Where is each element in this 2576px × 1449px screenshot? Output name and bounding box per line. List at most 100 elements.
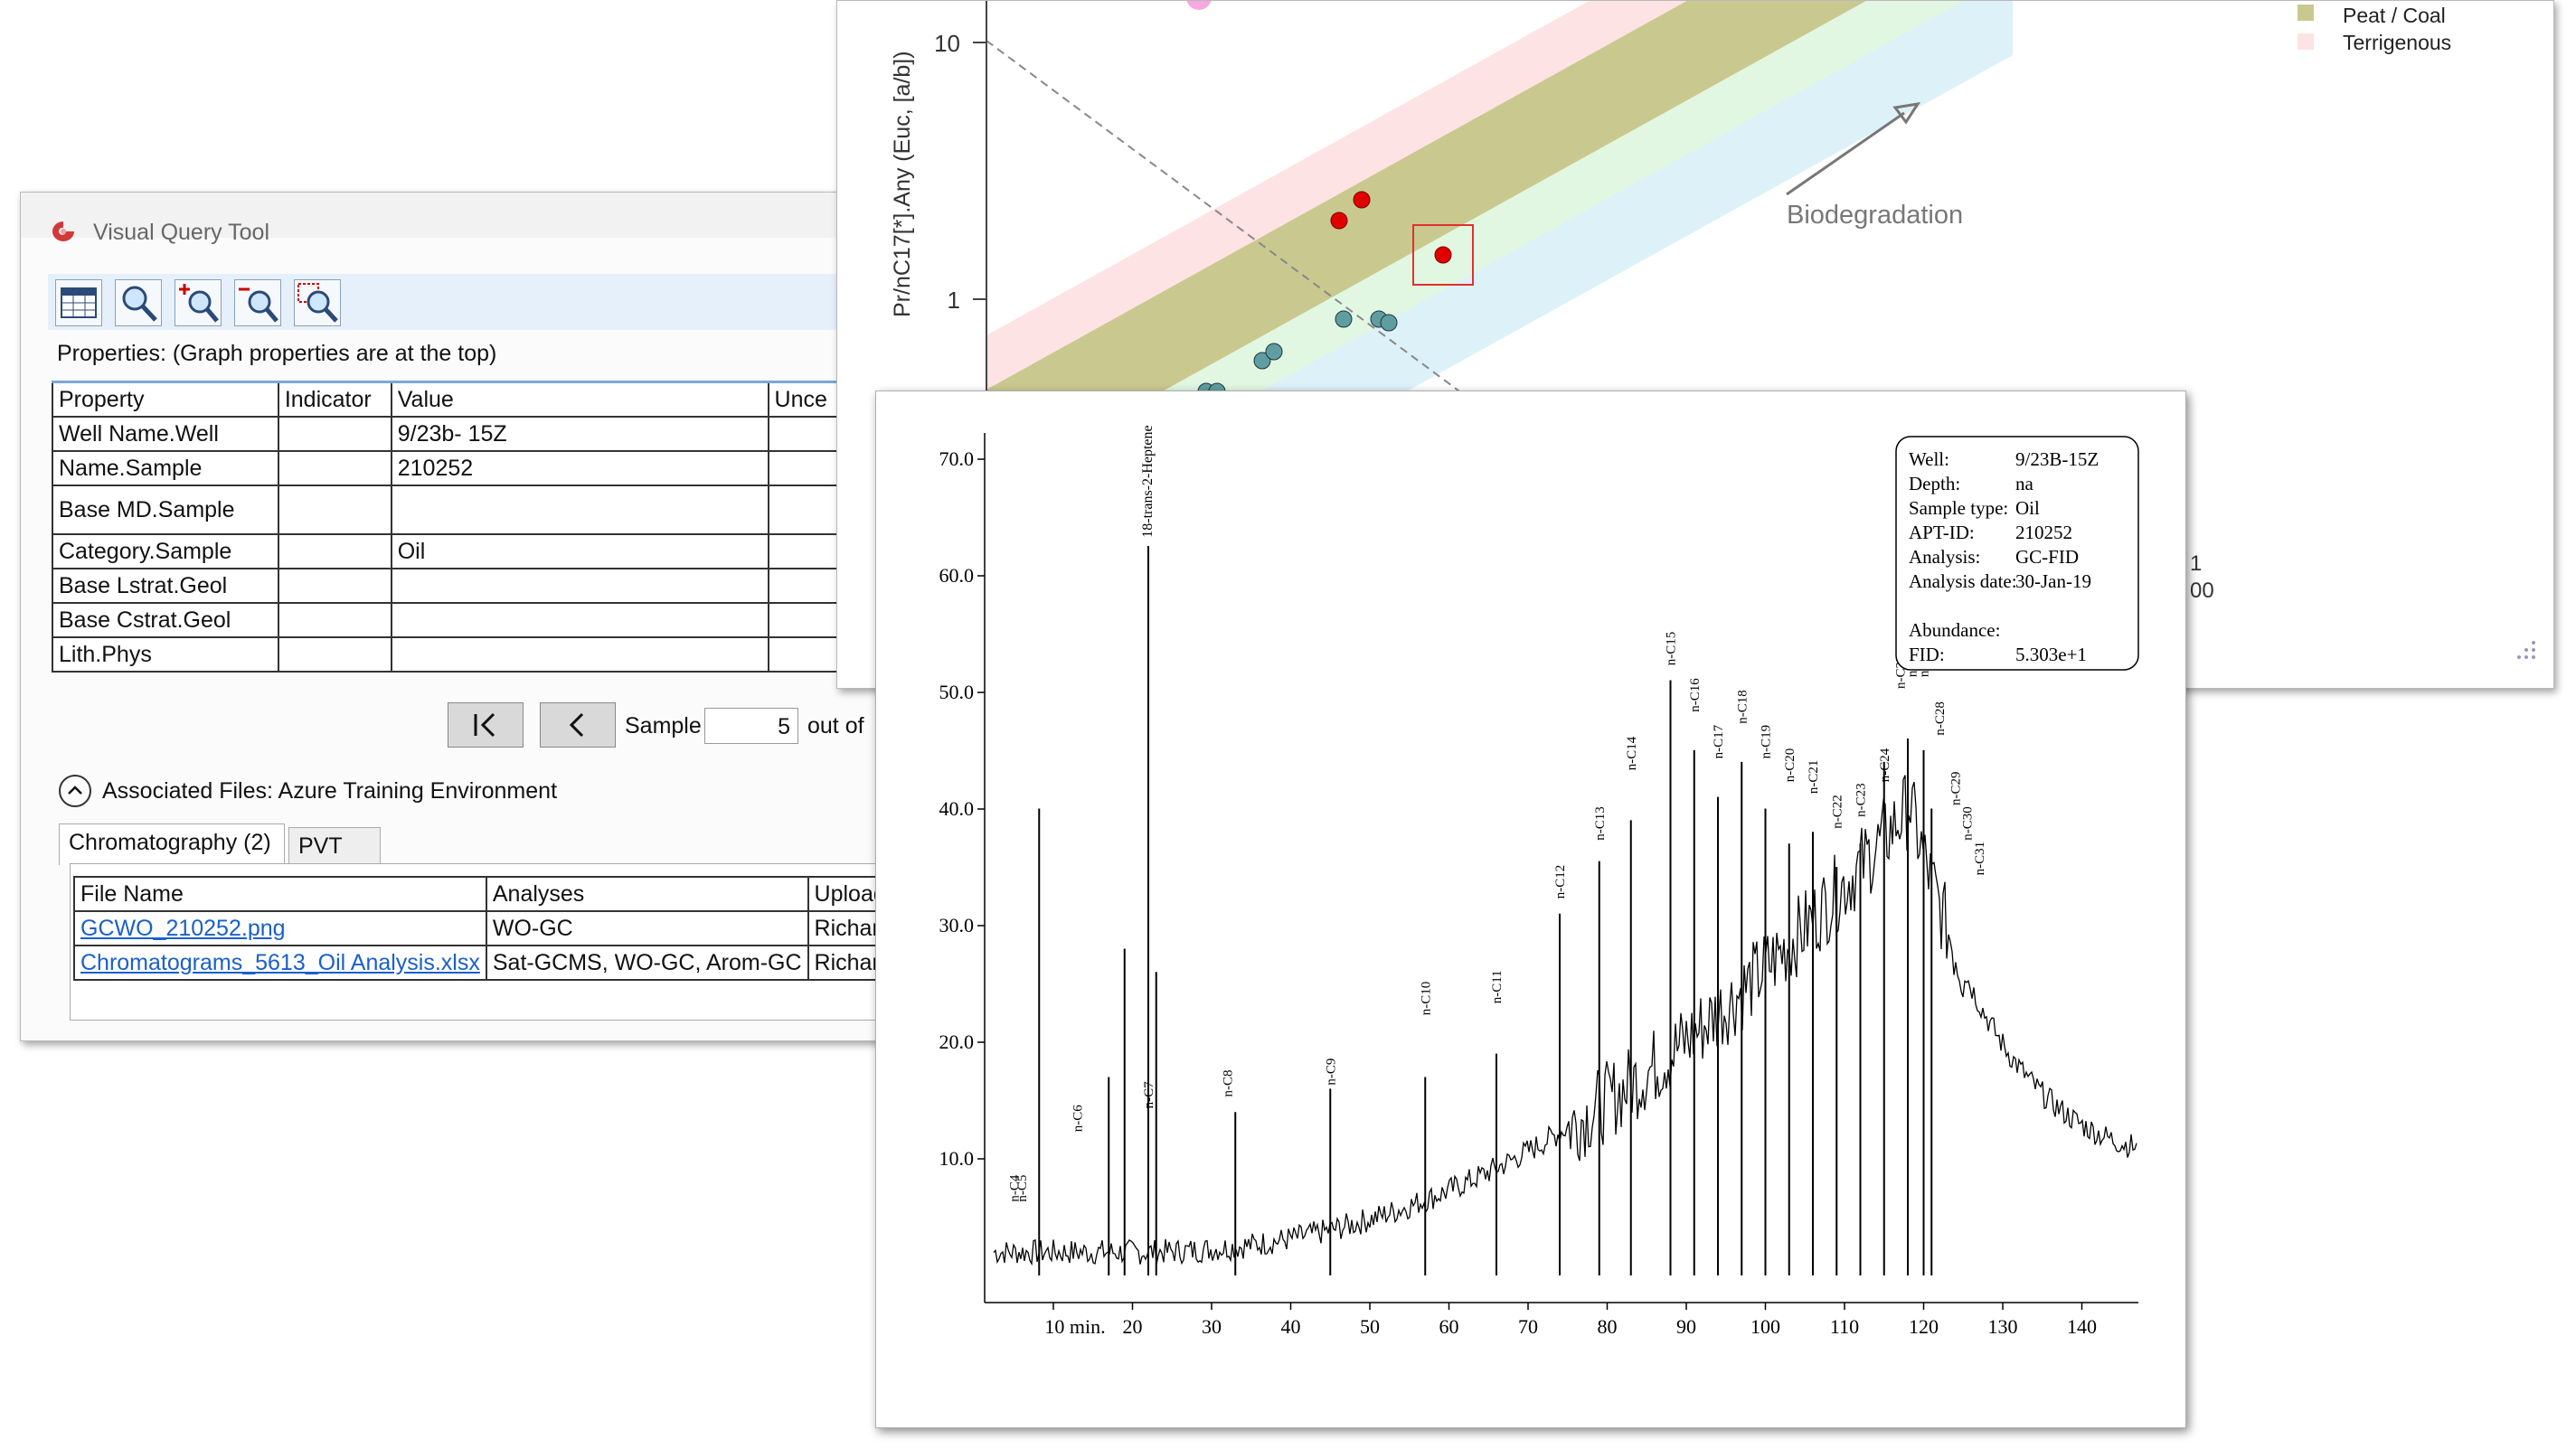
- chromatogram-trace: [993, 775, 2137, 1266]
- value-cell[interactable]: [390, 636, 769, 673]
- peak-label: n-C12: [1553, 865, 1568, 899]
- associated-files-label: Associated Files: Azure Training Environ…: [102, 778, 558, 804]
- table-row[interactable]: Category.Sample Oil: [52, 533, 957, 569]
- tab-pvt[interactable]: PVT (0): [288, 827, 381, 885]
- peak-label: n-C19: [1760, 725, 1774, 759]
- info-value: na: [2015, 473, 2034, 494]
- value-cell[interactable]: 210252: [390, 450, 769, 486]
- column-header-analyses[interactable]: Analyses: [485, 876, 809, 912]
- property-cell: Base Lstrat.Geol: [52, 568, 279, 604]
- chevron-left-icon: [569, 712, 584, 738]
- zoom-out-button[interactable]: [234, 279, 281, 326]
- info-key: FID:: [1909, 644, 1945, 665]
- tab-chromatography[interactable]: Chromatography (2): [59, 823, 285, 865]
- data-point[interactable]: [1265, 343, 1283, 361]
- magnifier-icon: [122, 286, 157, 322]
- resize-grip-icon[interactable]: [2517, 641, 2535, 659]
- column-header-value[interactable]: Value: [390, 381, 769, 418]
- y-tick-label: 20.0: [939, 1030, 975, 1053]
- table-row[interactable]: Chromatograms_5613_Oil Analysis.xlsx Sat-…: [73, 945, 942, 981]
- indicator-cell: [277, 568, 392, 604]
- peak-label: n-C21: [1807, 760, 1821, 795]
- column-header-indicator[interactable]: Indicator: [277, 381, 392, 418]
- y-axis-label: Pr/nC17[*].Any (Euc, [a/b]): [890, 51, 915, 317]
- peak-label: n-C28: [1933, 701, 1948, 736]
- table-row[interactable]: Base MD.Sample: [52, 485, 957, 535]
- info-value: 210252: [2015, 522, 2072, 543]
- out-of-label: out of: [807, 713, 864, 739]
- x-tick-label: 120: [1909, 1315, 1939, 1338]
- x-tick-label: 40: [1281, 1315, 1301, 1338]
- table-row[interactable]: Base Lstrat.Geol: [52, 568, 957, 604]
- file-link[interactable]: GCWO_210252.png: [80, 916, 286, 941]
- previous-sample-button[interactable]: [540, 702, 616, 748]
- zoom-button[interactable]: [115, 279, 162, 326]
- peak-label: n-C22: [1830, 795, 1845, 829]
- legend-swatch-terrigenous: [2298, 33, 2314, 50]
- data-point-selected[interactable]: [1434, 246, 1452, 264]
- data-point[interactable]: [1335, 310, 1353, 328]
- first-sample-button[interactable]: [448, 702, 524, 748]
- y-tick-label: 30.0: [939, 914, 975, 936]
- peak-label: n-C8: [1222, 1070, 1236, 1097]
- legend-label-peat-coal: Peat / Coal: [2343, 4, 2446, 27]
- value-cell[interactable]: 9/23b- 15Z: [390, 416, 769, 452]
- property-cell: Well Name.Well: [52, 416, 279, 452]
- data-point[interactable]: [1186, 0, 1212, 10]
- value-cell[interactable]: [390, 568, 769, 604]
- visual-query-tool-window: Visual Query Tool Properties: (Graph pro…: [20, 192, 957, 1041]
- peak-label: n-C11: [1490, 970, 1505, 1003]
- y-ticks: 70.0 60.0 50.0 40.0 30.0 20.0 10.0: [939, 447, 985, 1170]
- table-row[interactable]: GCWO_210252.png WO-GC Richard F: [73, 910, 942, 946]
- properties-label: Properties: (Graph properties are at the…: [57, 341, 497, 366]
- property-cell: Name.Sample: [52, 450, 279, 486]
- x-tick-label: 100: [1750, 1315, 1780, 1338]
- chromatogram-window: 70.0 60.0 50.0 40.0 30.0 20.0 10.0 10 min. 20 30…: [875, 390, 2186, 1428]
- collapse-icon[interactable]: [59, 775, 91, 807]
- zoom-to-fit-button[interactable]: [294, 279, 341, 326]
- peak-label: n-C30: [1961, 806, 1976, 841]
- table-row[interactable]: Well Name.Well 9/23b- 15Z: [52, 416, 957, 452]
- info-key: Analysis:: [1909, 546, 1980, 568]
- info-value: 5.303e+1: [2015, 644, 2087, 665]
- analyses-cell: Sat-GCMS, WO-GC, Arom-GC: [485, 945, 809, 981]
- value-cell[interactable]: [390, 602, 769, 638]
- table-row[interactable]: Base Cstrat.Geol: [52, 602, 957, 638]
- table-view-button[interactable]: [55, 279, 102, 326]
- x-tick-label: 20: [1123, 1315, 1143, 1338]
- info-key: APT-ID:: [1909, 522, 1975, 543]
- indicator-cell: [277, 533, 392, 569]
- x-tick-label-partial: 1: [2190, 551, 2202, 576]
- peak-label: n-C13: [1593, 806, 1608, 841]
- x-tick-label: 50: [1360, 1315, 1380, 1338]
- value-cell[interactable]: Oil: [390, 533, 769, 569]
- property-cell: Category.Sample: [52, 533, 279, 569]
- legend-swatch-peat-coal: [2298, 5, 2314, 21]
- data-point[interactable]: [1330, 212, 1348, 230]
- table-row[interactable]: Name.Sample 210252: [52, 450, 957, 486]
- y-tick-label: 50.0: [939, 681, 975, 703]
- info-key: Depth:: [1909, 473, 1960, 494]
- zoom-in-button[interactable]: [175, 279, 222, 326]
- peak-label: n-C6: [1071, 1105, 1085, 1133]
- column-header-file-name[interactable]: File Name: [73, 876, 487, 912]
- data-point[interactable]: [1380, 314, 1398, 332]
- peak-label: n-C24: [1878, 748, 1892, 782]
- window-title: Visual Query Tool: [93, 220, 270, 245]
- peak-label: n-C7: [1142, 1081, 1156, 1109]
- x-tick-label: 110: [1830, 1315, 1859, 1338]
- x-tick-label: 30: [1202, 1315, 1222, 1338]
- info-value: Oil: [2015, 497, 2040, 519]
- column-header-property[interactable]: Property: [52, 381, 279, 418]
- sample-number-input[interactable]: 5: [704, 708, 798, 744]
- peak-label: n-C20: [1783, 748, 1798, 783]
- table-row[interactable]: Lith.Phys: [52, 636, 957, 673]
- value-cell[interactable]: [390, 485, 769, 535]
- info-key: Abundance:: [1909, 619, 2000, 641]
- zoom-fit-icon: [297, 283, 338, 323]
- property-cell: Lith.Phys: [52, 636, 279, 673]
- info-key: Well:: [1909, 448, 1949, 470]
- file-link[interactable]: Chromatograms_5613_Oil Analysis.xlsx: [80, 950, 480, 975]
- biodegradation-label: Biodegradation: [1787, 201, 1963, 230]
- data-point[interactable]: [1353, 191, 1371, 209]
